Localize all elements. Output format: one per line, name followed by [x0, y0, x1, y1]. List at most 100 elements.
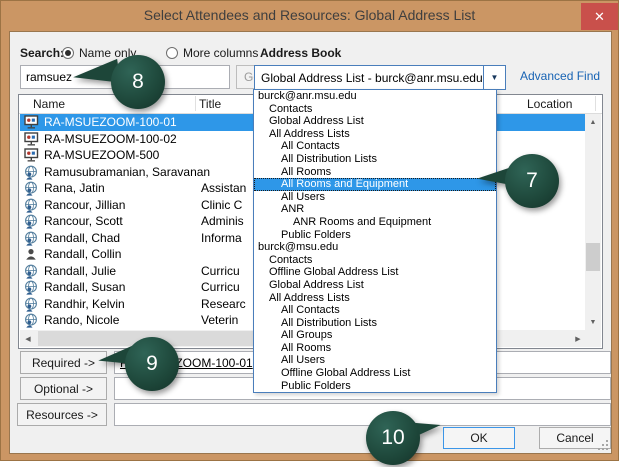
- dropdown-item-label: All Address Lists: [269, 292, 350, 304]
- list-item-name: Randall, Chad: [44, 231, 120, 245]
- user-icon: [24, 247, 39, 261]
- dropdown-item[interactable]: All Users: [254, 354, 496, 367]
- dropdown-item[interactable]: All Rooms: [254, 342, 496, 355]
- address-book-select[interactable]: Global Address List - burck@anr.msu.edu …: [254, 65, 506, 90]
- radio-more-columns-label[interactable]: More columns: [183, 46, 258, 60]
- dropdown-item[interactable]: All Distribution Lists: [254, 317, 496, 330]
- callout-10: 10: [366, 411, 441, 467]
- callout-7: 7: [477, 154, 589, 210]
- dropdown-item-label: burck@anr.msu.edu: [258, 90, 357, 102]
- dropdown-item-label: All Rooms: [281, 166, 331, 178]
- dropdown-item[interactable]: Global Address List: [254, 279, 496, 292]
- list-item-name: Randhir, Kelvin: [44, 297, 125, 311]
- meeting-resource-icon: [24, 115, 39, 129]
- dropdown-item-label: Public Folders: [281, 229, 351, 241]
- chevron-down-icon[interactable]: ▼: [483, 66, 505, 89]
- dropdown-item[interactable]: All Contacts: [254, 304, 496, 317]
- ok-button[interactable]: OK: [443, 427, 515, 449]
- callout-10-number: 10: [366, 411, 420, 465]
- dropdown-item[interactable]: All Address Lists: [254, 128, 496, 141]
- dropdown-item-label: Offline Global Address List: [269, 266, 398, 278]
- dropdown-item[interactable]: All Groups: [254, 329, 496, 342]
- callout-8: 8: [73, 55, 193, 111]
- globe-user-icon: [24, 165, 39, 179]
- list-item-name: RA-MSUEZOOM-500: [44, 148, 159, 162]
- globe-user-icon: [24, 231, 39, 245]
- dropdown-item-label: All Users: [281, 354, 325, 366]
- globe-user-icon: [24, 313, 39, 327]
- close-button[interactable]: ✕: [581, 3, 618, 30]
- list-item-name: RA-MSUEZOOM-100-01: [44, 115, 177, 129]
- column-header-title[interactable]: Title: [199, 97, 221, 111]
- scroll-up-icon[interactable]: ▲: [585, 114, 601, 130]
- dropdown-item-label: All Contacts: [281, 140, 340, 152]
- callout-8-number: 8: [111, 55, 165, 109]
- dropdown-item[interactable]: All Distribution Lists: [254, 153, 496, 166]
- globe-user-icon: [24, 198, 39, 212]
- dropdown-item-label: Offline Global Address List: [281, 367, 410, 379]
- dropdown-item[interactable]: Offline Global Address List: [254, 266, 496, 279]
- dropdown-item-label: All Address Lists: [269, 128, 350, 140]
- dropdown-item[interactable]: ANR: [254, 203, 496, 216]
- resources-button[interactable]: Resources ->: [17, 403, 107, 426]
- dropdown-item[interactable]: Offline Global Address List: [254, 367, 496, 380]
- list-item-name: Ramusubramanian, Saravanan: [44, 165, 210, 179]
- close-icon: ✕: [594, 9, 605, 25]
- resize-grip-icon[interactable]: [598, 440, 608, 450]
- list-item-name: Randall, Susan: [44, 280, 125, 294]
- globe-user-icon: [24, 280, 39, 294]
- address-book-value: Global Address List - burck@anr.msu.edu: [261, 71, 483, 85]
- globe-user-icon: [24, 214, 39, 228]
- dropdown-item-label: Contacts: [269, 254, 312, 266]
- advanced-find-link[interactable]: Advanced Find: [520, 69, 600, 83]
- callout-9-number: 9: [125, 337, 179, 391]
- resources-field[interactable]: [114, 403, 611, 426]
- callout-7-number: 7: [505, 154, 559, 208]
- list-item-name: Randall, Julie: [44, 264, 116, 278]
- dropdown-item[interactable]: Public Folders: [254, 229, 496, 242]
- dropdown-item-label: All Contacts: [281, 304, 340, 316]
- column-header-name[interactable]: Name: [33, 97, 65, 111]
- dropdown-item-label: burck@msu.edu: [258, 241, 338, 253]
- dropdown-item-label: ANR: [281, 203, 304, 215]
- dropdown-item[interactable]: Global Address List: [254, 115, 496, 128]
- dropdown-item-label: ANR Rooms and Equipment: [293, 216, 431, 228]
- scroll-right-icon[interactable]: ▶: [570, 330, 586, 347]
- dropdown-item[interactable]: Public Folders: [254, 380, 496, 393]
- optional-button[interactable]: Optional ->: [20, 377, 107, 400]
- dropdown-item-label: Global Address List: [269, 115, 364, 127]
- list-item-name: Rando, Nicole: [44, 313, 119, 327]
- vertical-scroll-thumb[interactable]: [586, 243, 600, 271]
- globe-user-icon: [24, 297, 39, 311]
- required-button[interactable]: Required ->: [20, 351, 107, 374]
- dropdown-item-label: All Distribution Lists: [281, 317, 377, 329]
- scroll-left-icon[interactable]: ◀: [20, 330, 36, 347]
- vertical-scrollbar[interactable]: ▲ ▼: [585, 114, 601, 330]
- dropdown-item[interactable]: All Address Lists: [254, 292, 496, 305]
- dropdown-item[interactable]: burck@msu.edu: [254, 241, 496, 254]
- dropdown-item[interactable]: All Contacts: [254, 140, 496, 153]
- dropdown-item[interactable]: ANR Rooms and Equipment: [254, 216, 496, 229]
- dropdown-item-label: All Users: [281, 191, 325, 203]
- dialog-window: Select Attendees and Resources: Global A…: [0, 0, 619, 461]
- dropdown-item-label: Contacts: [269, 103, 312, 115]
- dropdown-item-label: All Groups: [281, 329, 332, 341]
- dropdown-item-label: Global Address List: [269, 279, 364, 291]
- list-item-name: Rancour, Jillian: [44, 198, 125, 212]
- dropdown-item[interactable]: Contacts: [254, 254, 496, 267]
- column-header-location[interactable]: Location: [527, 97, 572, 111]
- dropdown-item[interactable]: Contacts: [254, 103, 496, 116]
- titlebar[interactable]: Select Attendees and Resources: Global A…: [1, 1, 618, 31]
- address-book-label: Address Book: [260, 46, 341, 60]
- dropdown-item[interactable]: All Rooms: [254, 166, 496, 179]
- scroll-down-icon[interactable]: ▼: [585, 314, 601, 330]
- dropdown-item-label: All Distribution Lists: [281, 153, 377, 165]
- globe-user-icon: [24, 181, 39, 195]
- list-item-name: RA-MSUEZOOM-100-02: [44, 132, 177, 146]
- dropdown-item[interactable]: burck@anr.msu.edu: [254, 90, 496, 103]
- dropdown-item-label: All Rooms: [281, 342, 331, 354]
- dropdown-item[interactable]: All Users: [254, 191, 496, 204]
- dropdown-item[interactable]: All Rooms and Equipment: [254, 178, 496, 191]
- address-list-dropdown[interactable]: burck@anr.msu.eduContactsGlobal Address …: [253, 89, 497, 393]
- list-item-name: Rana, Jatin: [44, 181, 105, 195]
